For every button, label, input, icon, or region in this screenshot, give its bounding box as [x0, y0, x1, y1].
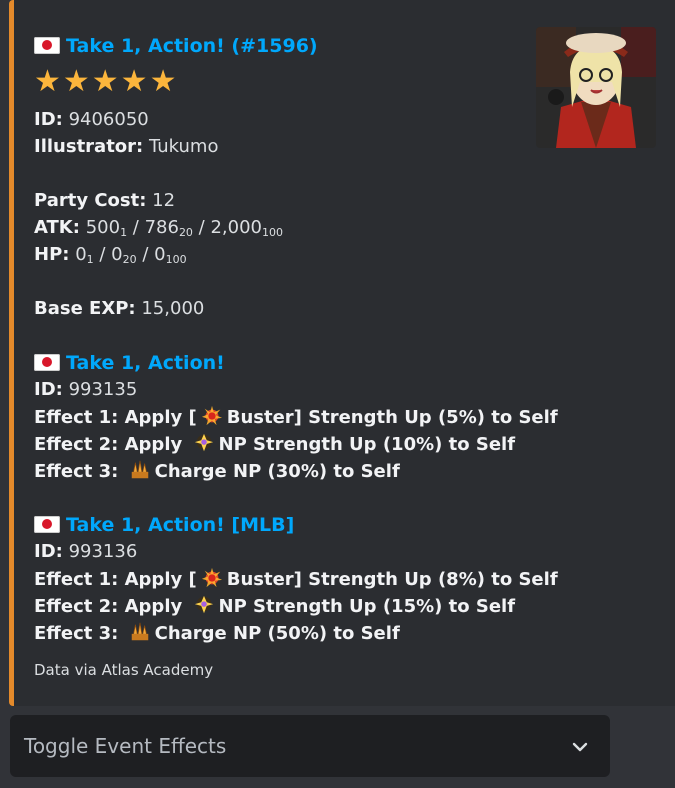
skill-title-link[interactable]: Take 1, Action! [MLB]: [66, 514, 294, 536]
embed-title-link[interactable]: Take 1, Action! (#1596): [66, 35, 318, 57]
embed-footer: Data via Atlas Academy: [34, 661, 214, 679]
rarity-stars: ★★★★★: [34, 64, 179, 99]
hp-stats: HP: 01 / 020 / 0100: [34, 244, 187, 266]
skill-effect: Effect 3: Charge NP (50%) to Self: [34, 622, 400, 644]
japan-flag-icon: [34, 516, 60, 533]
skill-effect: Effect 1: Apply [Buster] Strength Up (5%…: [34, 405, 558, 428]
np-strength-icon: [194, 433, 213, 452]
skill-effect: Effect 1: Apply [Buster] Strength Up (8%…: [34, 567, 558, 590]
base-exp: Base EXP: 15,000: [34, 298, 205, 319]
illustrator: Illustrator: Tukumo: [34, 136, 219, 157]
skill-id: ID: 993136: [34, 541, 138, 562]
skill-title[interactable]: Take 1, Action! [MLB]: [34, 513, 294, 538]
skill-title[interactable]: Take 1, Action!: [34, 351, 225, 376]
select-label: Toggle Event Effects: [24, 734, 227, 758]
card-id: ID: 9406050: [34, 109, 149, 130]
japan-flag-icon: [34, 37, 60, 54]
np-strength-icon: [194, 595, 213, 614]
buster-icon: [201, 567, 222, 588]
charge-np-icon: [131, 460, 149, 479]
skill-effect: Effect 3: Charge NP (30%) to Self: [34, 460, 400, 482]
toggle-event-effects-select[interactable]: Toggle Event Effects: [10, 715, 610, 777]
embed-title[interactable]: Take 1, Action! (#1596): [34, 34, 318, 59]
japan-flag-icon: [34, 354, 60, 371]
skill-title-link[interactable]: Take 1, Action!: [66, 352, 225, 374]
skill-effect: Effect 2: Apply NP Strength Up (10%) to …: [34, 433, 516, 455]
character-portrait-thumbnail[interactable]: [536, 27, 656, 148]
embed-card: Take 1, Action! (#1596) ★★★★★ ID: 940605…: [9, 0, 675, 706]
charge-np-icon: [131, 622, 149, 641]
skill-id: ID: 993135: [34, 379, 138, 400]
atk-stats: ATK: 5001 / 78620 / 2,000100: [34, 217, 283, 239]
buster-icon: [201, 405, 222, 426]
chevron-down-icon: [572, 742, 588, 752]
party-cost: Party Cost: 12: [34, 190, 176, 211]
skill-effect: Effect 2: Apply NP Strength Up (15%) to …: [34, 595, 516, 617]
